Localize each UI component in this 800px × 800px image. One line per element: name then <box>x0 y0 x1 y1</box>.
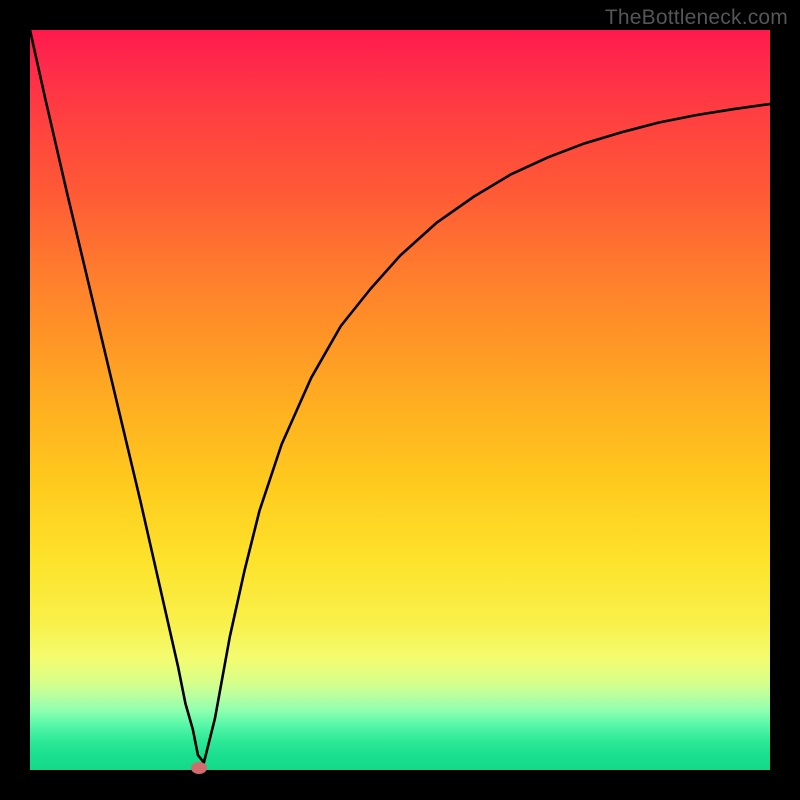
watermark-text: TheBottleneck.com <box>605 6 788 30</box>
chart-frame: TheBottleneck.com <box>0 0 800 800</box>
bottleneck-curve <box>30 30 770 763</box>
curve-svg <box>30 30 770 770</box>
optimal-point-marker <box>191 762 207 774</box>
plot-area <box>30 30 770 770</box>
